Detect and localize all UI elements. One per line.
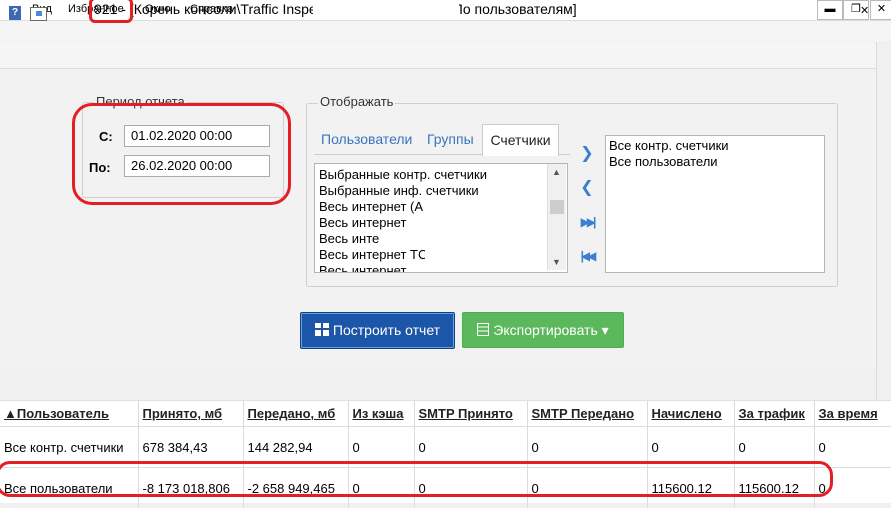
redaction-block [413,264,473,272]
tab-counters[interactable]: Счетчики [482,124,559,156]
list-item[interactable]: Все контр. счетчики [609,138,729,153]
column-header-smtp-sent[interactable]: SMTP Передано [527,401,647,427]
scroll-thumb[interactable] [550,200,564,214]
list-item[interactable]: Весь интернет [319,215,406,230]
annotation-oval-period [72,103,291,205]
column-header-smtp-received[interactable]: SMTP Принято [414,401,527,427]
move-all-right-icon[interactable]: ▶▶| [578,214,596,230]
redaction-block [407,218,497,232]
build-report-button[interactable]: Построить отчет [300,312,455,349]
move-left-icon[interactable]: ❮ [578,180,596,196]
selected-counters-list[interactable]: Все контр. счетчики Все пользователи [605,135,825,273]
help-icon[interactable]: ? [9,6,21,20]
list-item[interactable]: Все пользователи [609,154,718,169]
toolbar [0,42,876,69]
list-item[interactable]: Выбранные инф. счетчики [319,183,479,198]
move-right-icon[interactable]: ❯ [578,146,596,162]
export-button[interactable]: Экспортировать ▾ [462,312,624,348]
close-button[interactable]: ✕ [870,0,891,20]
redaction-block [423,200,513,214]
table-header-row: ▲Пользователь Принято, мб Передано, мб И… [0,401,891,427]
list-item[interactable]: Весь интернет TC) [319,247,432,262]
menu-bar [0,21,891,41]
scroll-down-icon[interactable]: ▼ [552,257,561,267]
table-icon [315,323,329,336]
annotation-oval-title [89,0,133,23]
annotation-oval-row [0,461,833,497]
window-scrollbar[interactable] [876,42,891,462]
column-header-time-charge[interactable]: За время [814,401,891,427]
column-header-traffic-charge[interactable]: За трафик [734,401,814,427]
minimize-button[interactable]: ▬ [817,0,843,20]
spreadsheet-icon [477,323,489,336]
scroll-up-icon[interactable]: ▲ [552,167,561,177]
move-all-left-icon[interactable]: |◀◀ [578,248,596,264]
redaction-block [313,2,459,17]
list-item[interactable]: Выбранные контр. счетчики [319,167,487,182]
tab-groups[interactable]: Группы [427,124,474,154]
column-header-user[interactable]: ▲Пользователь [0,401,138,427]
export-label: Экспортировать ▾ [493,322,608,338]
tab-users[interactable]: Пользователи [321,124,412,154]
list-item[interactable]: Весь интернет [319,263,406,273]
redaction-block [379,233,461,247]
column-header-sent[interactable]: Передано, мб [243,401,348,427]
new-window-icon[interactable] [30,7,47,21]
display-legend: Отображать [318,94,395,109]
menu-window[interactable]: Окно [145,3,171,15]
menu-help[interactable]: Справка [190,3,233,15]
column-header-cache[interactable]: Из кэша [348,401,414,427]
column-header-charged[interactable]: Начислено [647,401,734,427]
column-header-received[interactable]: Принято, мб [138,401,243,427]
available-counters-list[interactable]: Выбранные контр. счетчики Выбранные инф.… [314,163,568,273]
table-cell: 0 [814,427,891,468]
mdi-close-icon[interactable]: ✕ [860,4,869,17]
list-scrollbar[interactable]: ▲ ▼ [547,164,566,270]
redaction-block [425,249,517,263]
build-report-label: Построить отчет [333,322,440,338]
list-item[interactable]: Весь интернет (A ) [319,199,430,214]
